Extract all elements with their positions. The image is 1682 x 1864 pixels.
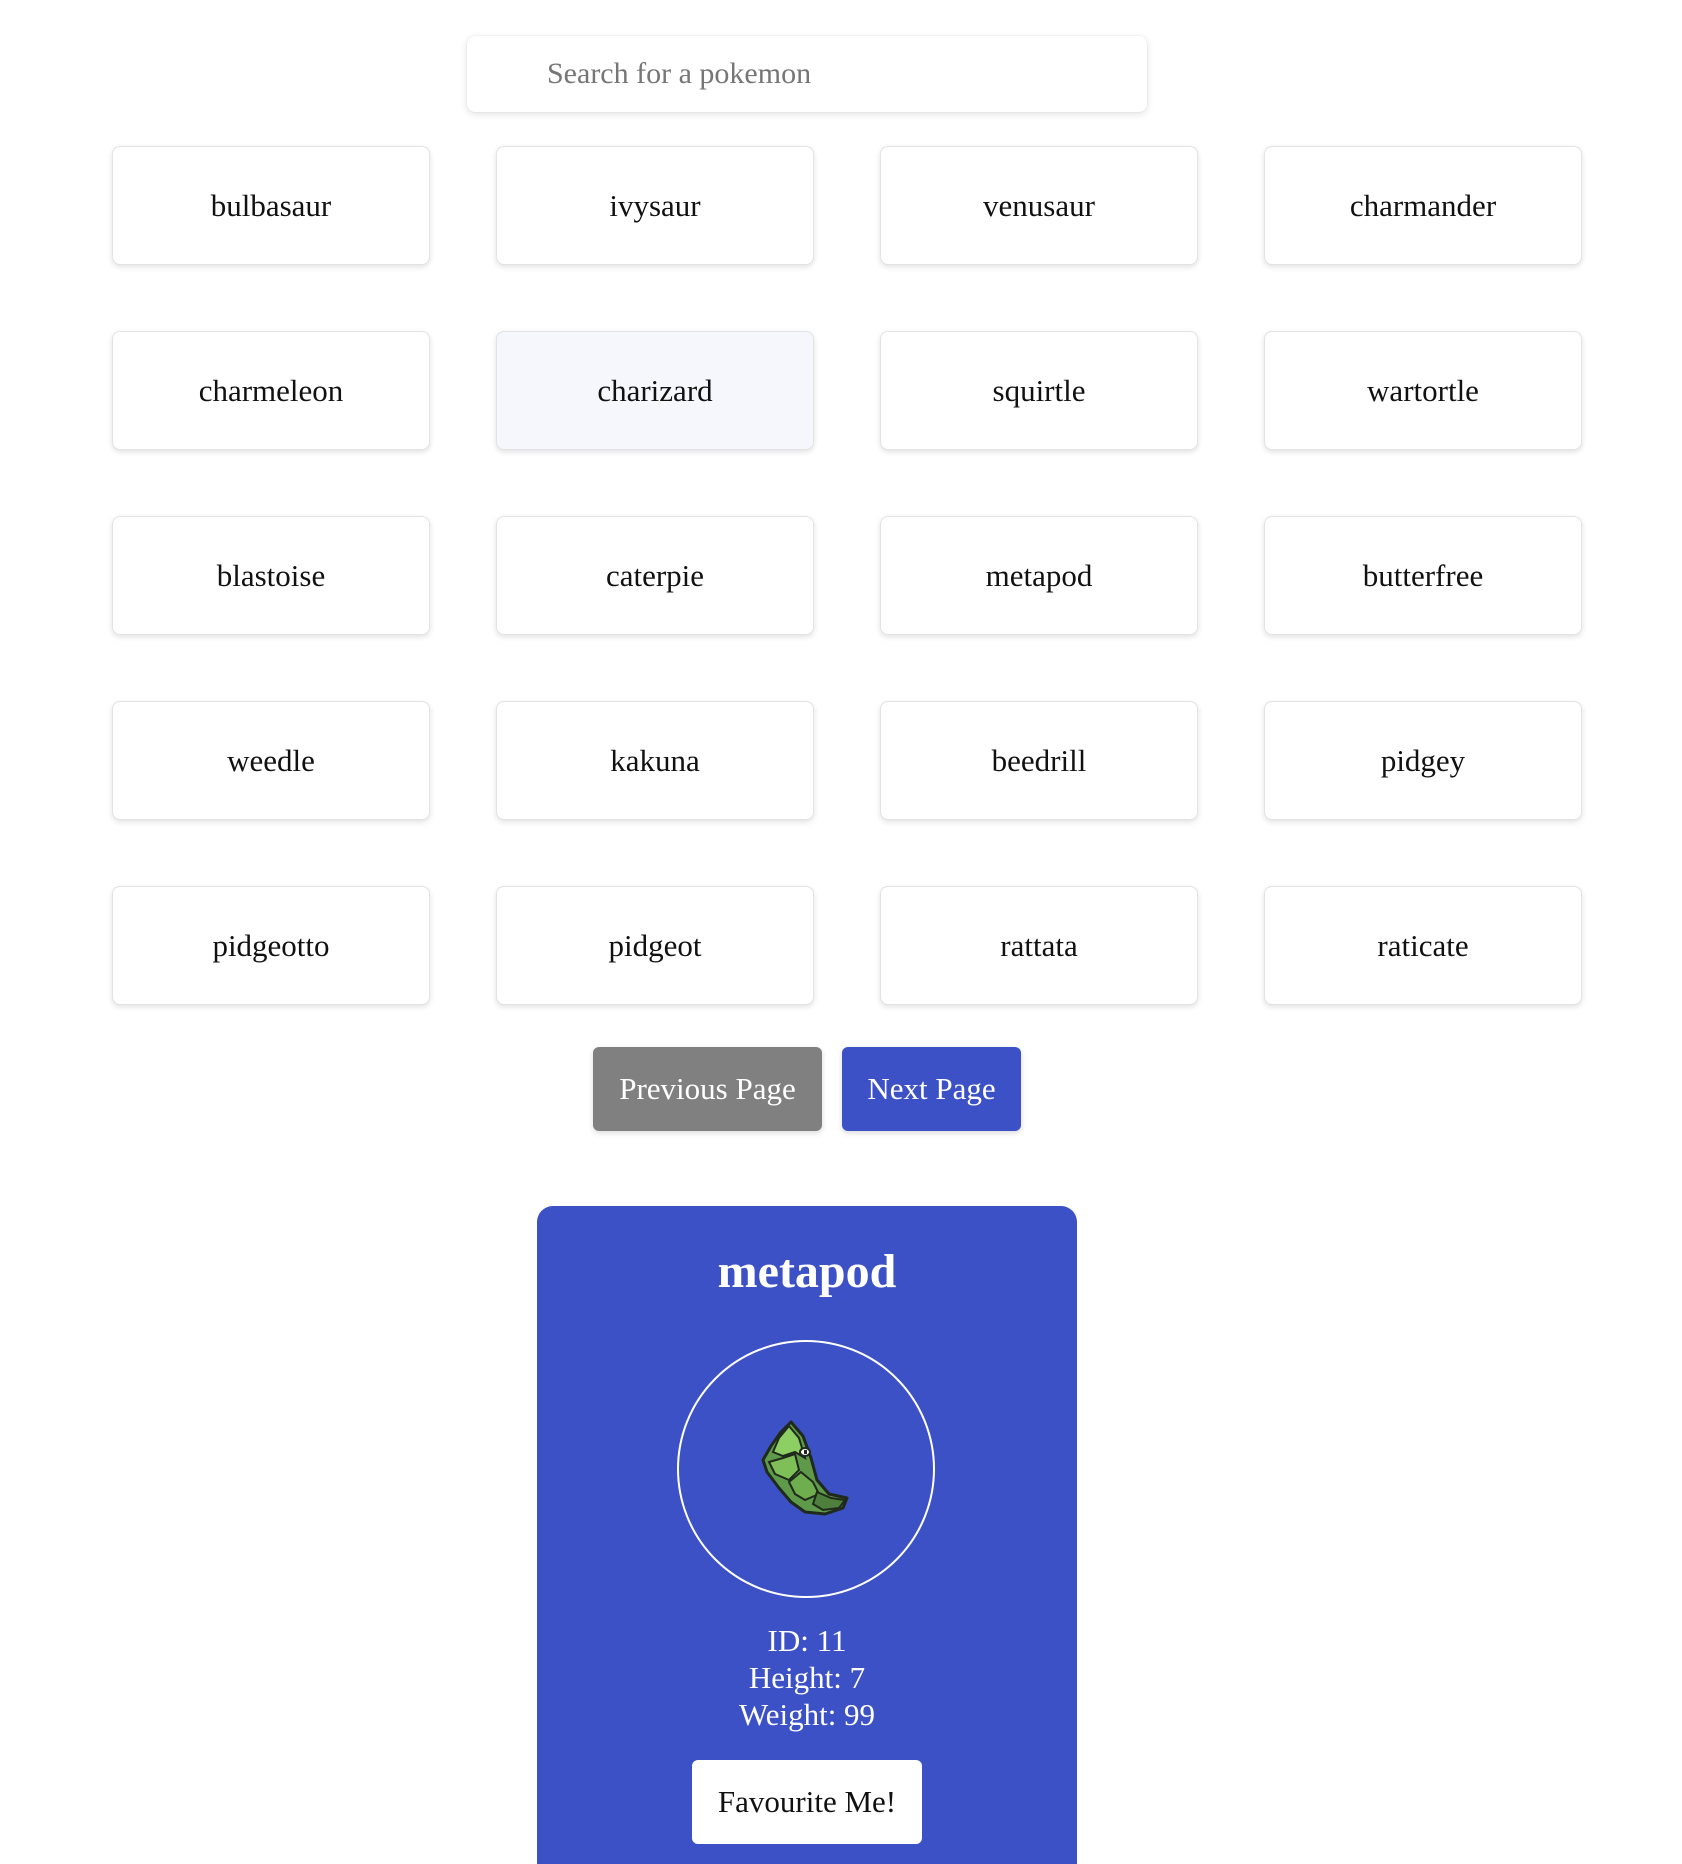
pokemon-card[interactable]: venusaur	[880, 146, 1198, 265]
sprite-frame	[677, 1340, 935, 1598]
pokemon-card[interactable]: raticate	[1264, 886, 1582, 1005]
pokemon-name-heading: metapod	[717, 1245, 897, 1298]
pokedex-page: bulbasaur ivysaur venusaur charmander ch…	[0, 0, 1682, 1864]
pokemon-card[interactable]: wartortle	[1264, 331, 1582, 450]
pokemon-detail-card: metapod ID: 11 Height: 7 Weight: 99 Favo…	[537, 1206, 1077, 1864]
pokemon-card[interactable]: ivysaur	[496, 146, 814, 265]
pokemon-card[interactable]: beedrill	[880, 701, 1198, 820]
pokemon-card[interactable]: squirtle	[880, 331, 1198, 450]
pokemon-card[interactable]: rattata	[880, 886, 1198, 1005]
pagination: Previous Page Next Page	[0, 1047, 1614, 1131]
pokemon-card[interactable]: metapod	[880, 516, 1198, 635]
pokemon-card[interactable]: pidgey	[1264, 701, 1582, 820]
pokemon-weight: Weight: 99	[738, 1697, 876, 1732]
pokemon-card[interactable]: kakuna	[496, 701, 814, 820]
pokemon-height: Height: 7	[748, 1660, 866, 1695]
pokemon-card[interactable]: charmander	[1264, 146, 1582, 265]
next-page-button[interactable]: Next Page	[842, 1047, 1021, 1131]
pokemon-card[interactable]: butterfree	[1264, 516, 1582, 635]
pokemon-card[interactable]: charmeleon	[112, 331, 430, 450]
pokemon-id: ID: 11	[767, 1623, 847, 1658]
pokemon-card[interactable]: pidgeotto	[112, 886, 430, 1005]
pokemon-card[interactable]: blastoise	[112, 516, 430, 635]
search-box	[467, 36, 1147, 112]
metapod-sprite-icon	[761, 1420, 849, 1516]
search-input[interactable]	[467, 36, 1147, 112]
pokemon-grid: bulbasaur ivysaur venusaur charmander ch…	[112, 146, 1582, 1005]
pokemon-card[interactable]: weedle	[112, 701, 430, 820]
previous-page-button[interactable]: Previous Page	[593, 1047, 822, 1131]
pokemon-card-hovered[interactable]: charizard	[496, 331, 814, 450]
pokemon-stats: ID: 11 Height: 7 Weight: 99	[537, 1622, 1077, 1733]
pokemon-card[interactable]: pidgeot	[496, 886, 814, 1005]
pokemon-card[interactable]: caterpie	[496, 516, 814, 635]
pokemon-card[interactable]: bulbasaur	[112, 146, 430, 265]
favourite-button[interactable]: Favourite Me!	[692, 1760, 922, 1844]
